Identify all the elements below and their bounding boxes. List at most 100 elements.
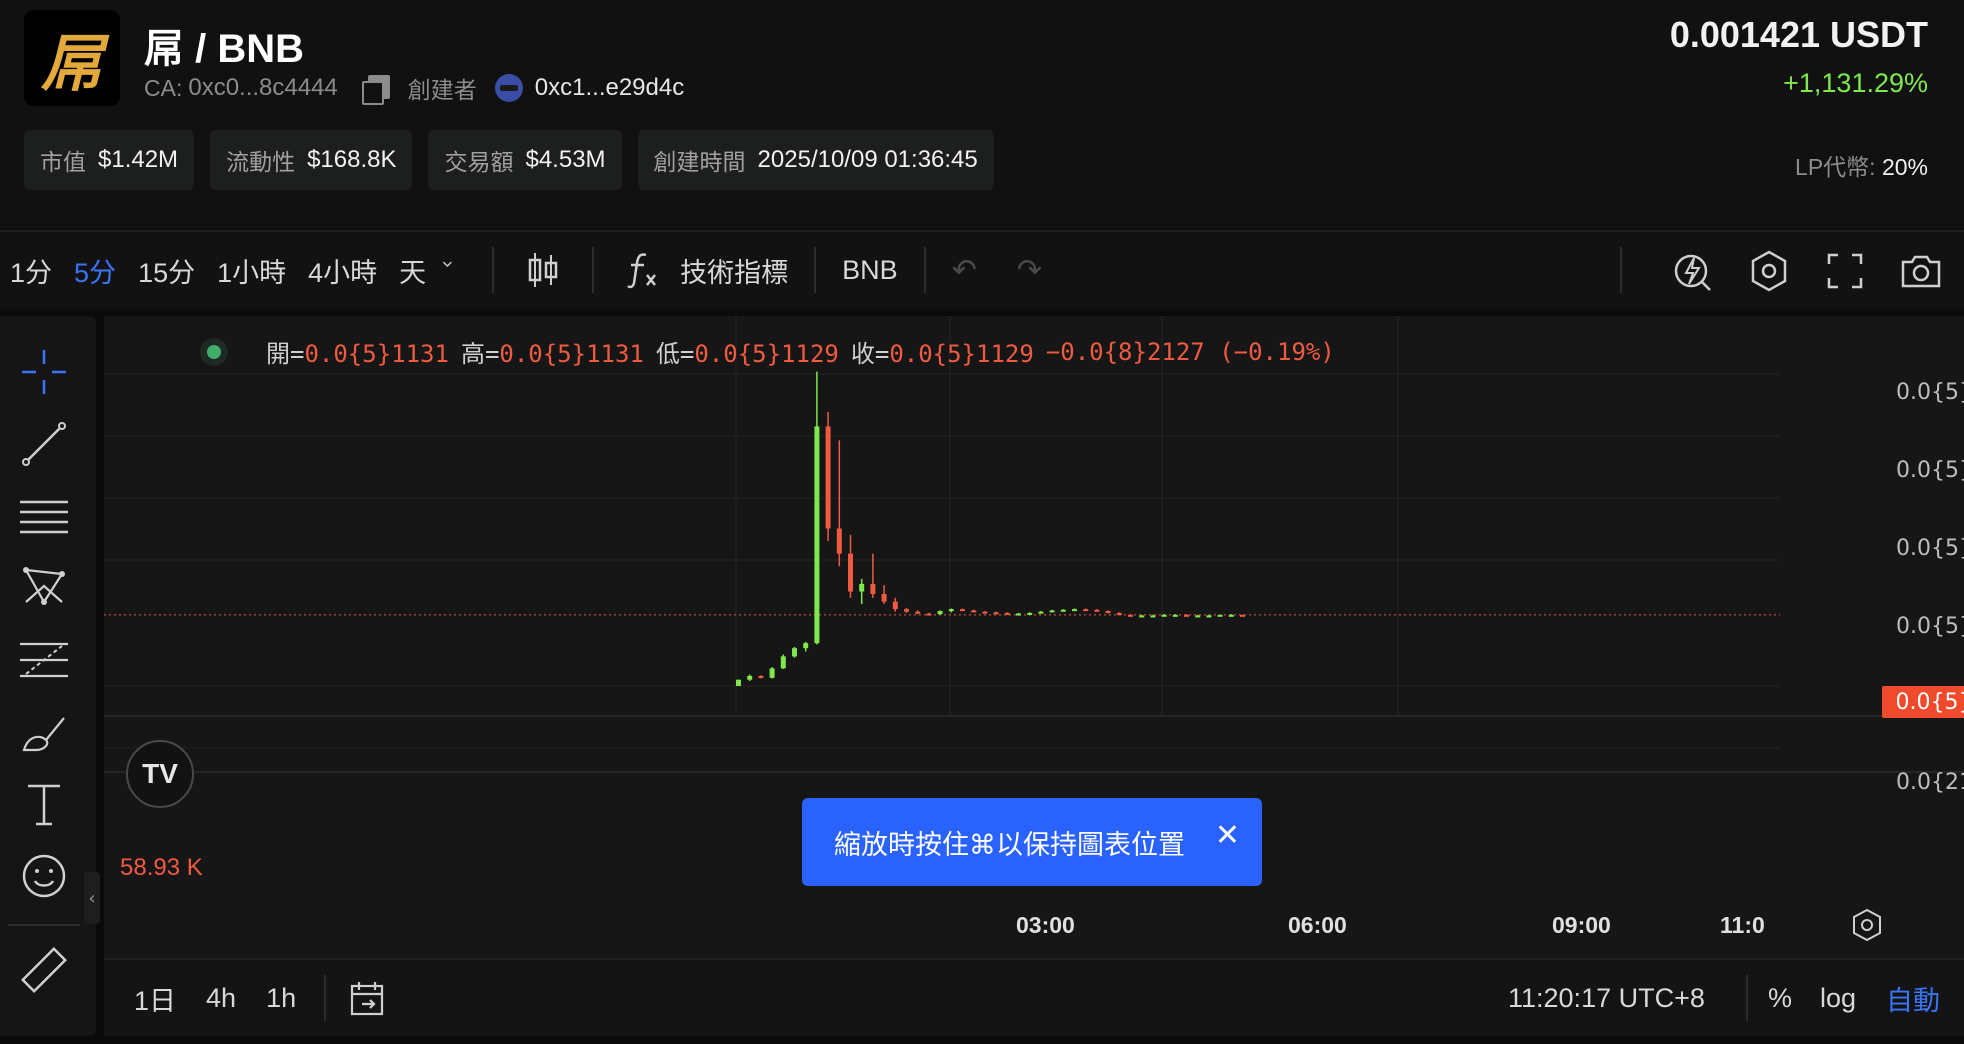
timeframe-15m[interactable]: 15分 [138,251,195,290]
candle-body [803,643,809,649]
brush-icon[interactable] [18,706,70,758]
token-logo-glyph: 屌 [40,27,103,100]
candle-body [881,594,887,602]
ohlc-low: 低=0.0{5}1129 [656,334,839,369]
candle-body [1116,612,1122,615]
x-tick-label: 09:00 [1552,912,1611,938]
chart-area: ‹ 開=0.0{5}1131 高=0.0{5}1131 低=0.0{5}1129… [0,310,1964,1044]
stat-liquidity: 流動性 $168.8K [210,130,413,190]
candle-body [825,426,831,529]
price-chart[interactable]: 開=0.0{5}1131 高=0.0{5}1131 低=0.0{5}1129 收… [104,316,1964,1036]
candle-body [971,610,977,613]
clock-timezone[interactable]: 11:20:17 UTC+8 [1508,983,1705,1014]
candle-body [948,609,954,612]
pattern-icon[interactable] [18,562,70,614]
toolbar-divider [1620,247,1622,293]
stat-key: 創建時間 [653,149,746,175]
candle-body [1094,609,1100,612]
candle-body [859,583,865,592]
log-scale-button[interactable]: log [1820,983,1856,1014]
axis-settings-icon[interactable] [1848,906,1886,944]
last-price-tag: 0.0{5}1129 [1882,686,1964,718]
stat-key: 市值 [40,149,86,175]
ca-address: 0xc0...8c4444 [188,74,338,101]
range-4h[interactable]: 4h [206,983,236,1014]
bottom-divider [1746,975,1748,1021]
timeframe-1m[interactable]: 1分 [10,251,52,290]
timeframe-4h[interactable]: 4小時 [308,251,377,290]
candle-body [1004,612,1010,615]
auto-scale-button[interactable]: 自動 [1886,979,1940,1018]
chart-toolbar: 1分 5分 15分 1小時 4小時 天 技術指標 BNB ↶ ↷ [0,230,1964,308]
ohlc-high-value: 0.0{5}1131 [499,340,644,368]
ohlc-low-label: 低= [655,340,695,368]
candle-body [1161,614,1167,617]
candle-body [915,611,921,614]
quick-trade-icon[interactable] [1670,248,1716,294]
ohlc-high: 高=0.0{5}1131 [461,334,644,369]
token-meta: CA: 0xc0...8c4444 創建者 0xc1...e29d4c [144,72,684,105]
stat-created-time: 創建時間 2025/10/09 01:36:45 [637,130,994,190]
ca-label: CA: [144,74,183,101]
camera-icon[interactable] [1898,248,1944,294]
indicators-button[interactable]: 技術指標 [620,247,788,293]
settings-icon[interactable] [1746,248,1792,294]
bottom-bar: 1日 4h 1h 11:20:17 UTC+8 % log 自動 [104,958,1964,1036]
y-tick-label: 0.0{21}4235 [1896,770,1964,795]
horizontal-lines-icon[interactable] [18,490,70,542]
candle-body [1038,611,1044,614]
candle-body [1240,614,1245,617]
token-header: 屌 屌 / BNB CA: 0xc0...8c4444 創建者 0xc1...e… [0,0,1964,228]
percent-scale-button[interactable]: % [1768,983,1792,1014]
text-tool-icon[interactable] [18,778,70,830]
copy-icon[interactable] [361,75,390,105]
crosshair-icon[interactable] [18,346,70,398]
emoji-icon[interactable] [18,850,70,902]
candlestick-icon[interactable] [520,247,566,293]
candle-body [892,601,898,610]
range-1d[interactable]: 1日 [134,979,176,1018]
timeframe-1d[interactable]: 天 [399,251,426,290]
timeframe-1h[interactable]: 1小時 [217,251,286,290]
stat-key: 流動性 [226,149,296,175]
fullscreen-icon[interactable] [1822,248,1868,294]
y-tick-label: 0.0{5}3 [1896,536,1964,561]
zoom-hint-toast: 縮放時按住⌘以保持圖表位置 ✕ [802,798,1262,886]
trend-line-icon[interactable] [18,418,70,470]
ohlc-close-label: 收= [850,340,890,368]
go-to-date-icon[interactable] [348,978,388,1018]
creator-label: 創建者 [407,77,477,103]
creator-address[interactable]: 0xc1...e29d4c [535,74,684,102]
candle-body [870,583,876,595]
sidebar-divider [8,924,80,926]
ohlc-open-label: 開= [266,340,305,368]
candle-body [1060,609,1066,612]
drawing-tools-sidebar: ‹ [0,316,100,1036]
lp-value: 20% [1881,154,1928,180]
price-change: +1,131.29% [1783,68,1928,98]
tradingview-logo[interactable]: TV [126,740,194,808]
candle-body [904,609,909,612]
stats-row: 市值 $1.42M 流動性 $168.8K 交易額 $4.53M 創建時間 20… [24,130,994,190]
timeframe-5m[interactable]: 5分 [74,251,116,290]
y-tick-label: 0.0{5}4999 [1896,380,1964,405]
candle-body [836,528,842,554]
quote-currency-button[interactable]: BNB [842,255,898,286]
stat-value: 2025/10/09 01:36:45 [757,146,978,173]
toolbar-divider [592,247,595,293]
sidebar-collapse-icon[interactable]: ‹ [84,872,100,924]
pair-title: 屌 / BNB [144,27,304,71]
x-tick-label: 06:00 [1288,912,1347,938]
ruler-icon[interactable] [18,944,70,996]
undo-icon[interactable]: ↶ [952,253,977,288]
redo-icon[interactable]: ↷ [1017,253,1042,288]
range-1h[interactable]: 1h [266,983,296,1014]
toolbar-divider [814,247,817,293]
ohlc-high-label: 高= [460,340,500,368]
ohlc-close-value: 0.0{5}1129 [889,340,1034,368]
ohlc-open-value: 0.0{5}1131 [304,340,449,368]
chevron-down-icon[interactable] [440,257,466,283]
close-icon[interactable]: ✕ [1215,818,1240,853]
candle-body [1150,615,1156,618]
fib-retracement-icon[interactable] [18,634,70,686]
